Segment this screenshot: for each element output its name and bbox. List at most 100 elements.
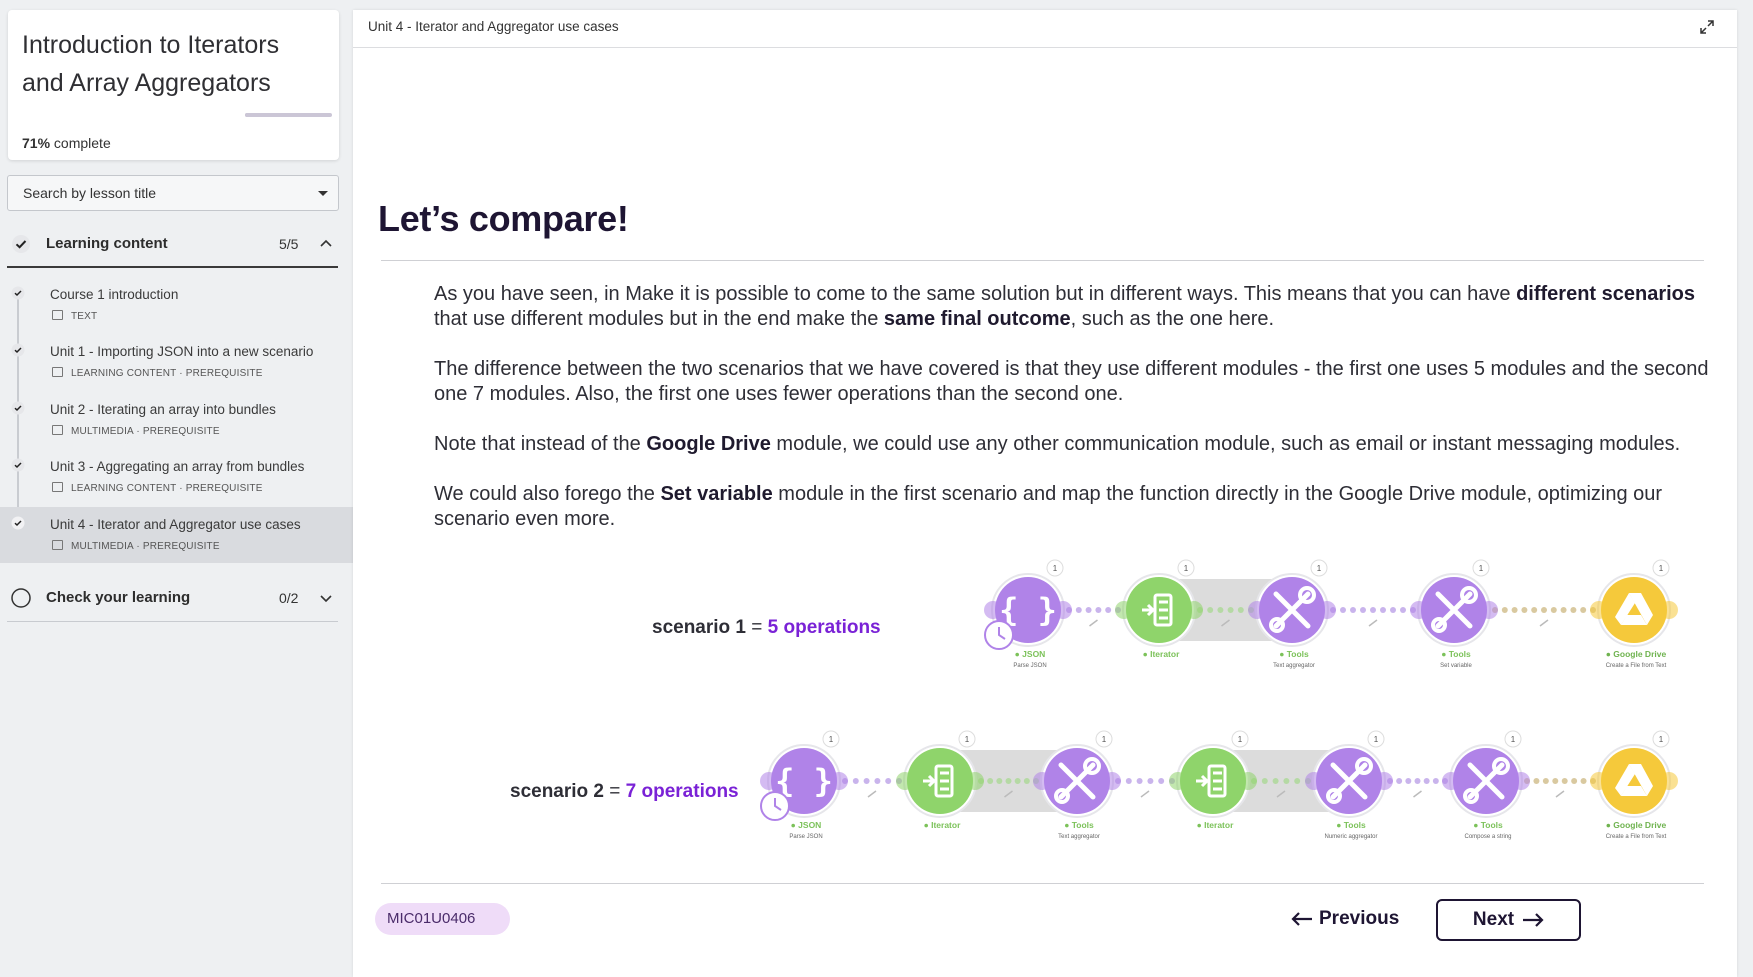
connector-dot: [1511, 607, 1518, 613]
connector-dot: [1283, 778, 1290, 784]
scenario-diagram: { }1● JSONParse JSON1● Iterator1● ToolsT…: [760, 559, 1678, 840]
operation-count: 1: [1659, 735, 1664, 744]
module-action: Text aggregator: [1058, 834, 1100, 840]
connector-dot: [863, 778, 870, 784]
connector-dot: [1360, 607, 1366, 613]
section-count: 0/2: [279, 590, 299, 606]
connector-dot: [1432, 778, 1439, 784]
dropdown-arrow-icon: [318, 191, 328, 196]
connector-dot: [1542, 778, 1549, 784]
chevron-up-icon[interactable]: [320, 238, 332, 250]
connector-dot: [1023, 778, 1030, 784]
wrench-filter-icon: [1368, 619, 1378, 627]
module-name: ● Iterator: [1143, 649, 1180, 659]
operations-count: 5 operations: [767, 617, 881, 638]
check-icon: [11, 516, 25, 530]
connector-dot: [1580, 607, 1587, 613]
operation-count: 1: [1511, 735, 1516, 744]
lesson-meta: LEARNING CONTENT · PREREQUISITE: [52, 482, 263, 494]
connector-dot: [1095, 607, 1102, 613]
lesson-item[interactable]: Unit 3 - Aggregating an array from bundl…: [0, 449, 353, 525]
next-label: Next: [1472, 909, 1515, 930]
operation-count: 1: [1479, 564, 1484, 573]
connector-dot: [1570, 607, 1577, 613]
operations-count: 7 operations: [625, 781, 739, 802]
connector-dot: [1217, 607, 1224, 613]
lesson-meta-text: MULTIMEDIA · PREREQUISITE: [71, 541, 220, 552]
lesson-meta-text: LEARNING CONTENT · PREREQUISITE: [71, 483, 263, 494]
connector-dot: [1390, 607, 1396, 613]
connector-dot: [1207, 607, 1214, 613]
section-count: 5/5: [279, 236, 299, 252]
lesson-item[interactable]: Unit 2 - Iterating an array into bundles…: [0, 392, 353, 468]
connector-dot: [1405, 778, 1412, 784]
connector-dot: [1340, 607, 1346, 613]
section-label: Learning content: [46, 235, 168, 252]
scenario-name: scenario 2: [510, 781, 604, 802]
course-title: Introduction to Iterators and Array Aggr…: [22, 31, 280, 97]
lesson-item[interactable]: Course 1 introduction TEXT: [0, 277, 353, 353]
operation-count: 1: [1317, 564, 1322, 573]
connector-dot: [1005, 778, 1012, 784]
module-name: ● Google Drive: [1606, 820, 1667, 830]
operation-count: 1: [1374, 735, 1379, 744]
connector-dot: [1075, 607, 1082, 613]
connector-dot: [852, 778, 859, 784]
lesson-meta-text: LEARNING CONTENT · PREREQUISITE: [71, 368, 263, 379]
json-module-icon: { }: [984, 573, 1072, 650]
connector-dot: [1227, 607, 1234, 613]
operation-count: 1: [1184, 564, 1189, 573]
section-learning-content[interactable]: Learning content 5/5: [7, 220, 338, 268]
connector-dot: [1294, 778, 1301, 784]
connector-dot: [1350, 607, 1356, 613]
chevron-down-icon[interactable]: [320, 592, 332, 604]
progress-text: 71% complete: [22, 135, 111, 151]
lesson-item[interactable]: Unit 1 - Importing JSON into a new scena…: [0, 334, 353, 410]
operation-count: 1: [829, 735, 834, 744]
incomplete-circle-icon: [11, 588, 31, 608]
lesson-meta: TEXT: [52, 310, 97, 322]
module-action: Set variable: [1440, 663, 1472, 669]
divider: [381, 883, 1704, 884]
json-module-icon: { }: [760, 744, 848, 821]
search-placeholder: Search by lesson title: [23, 185, 157, 201]
wrench-filter-icon: [1140, 790, 1150, 798]
drive-module-icon: [1590, 744, 1678, 818]
connector-dot: [1501, 607, 1508, 613]
module-name: ● JSON: [1015, 649, 1046, 659]
section-check-your-learning[interactable]: Check your learning 0/2: [7, 574, 338, 622]
previous-button[interactable]: Previous: [1291, 908, 1399, 930]
lesson-item-active[interactable]: Unit 4 - Iterator and Aggregator use cas…: [0, 507, 353, 563]
module-action: Create a File from Text: [1606, 663, 1667, 669]
lesson-search-select[interactable]: Search by lesson title: [7, 175, 339, 211]
text-type-icon: [52, 310, 63, 320]
module-name: ● JSON: [791, 820, 822, 830]
equals-sign: =: [604, 781, 626, 802]
wrench-filter-icon: [1555, 790, 1565, 798]
connector-dot: [1396, 778, 1403, 784]
connector-dot: [1136, 778, 1143, 784]
lesson-title: Unit 2 - Iterating an array into bundles: [50, 402, 276, 417]
connector-dot: [1105, 607, 1112, 613]
module-action: Numeric aggregator: [1324, 834, 1377, 840]
module-action: Create a File from Text: [1606, 834, 1667, 840]
operation-count: 1: [1238, 735, 1243, 744]
lesson-meta: MULTIMEDIA · PREREQUISITE: [52, 540, 220, 552]
connector-dot: [1533, 778, 1540, 784]
connector-dot: [1560, 607, 1567, 613]
next-button[interactable]: Next: [1436, 899, 1581, 941]
connector-dot: [1085, 607, 1092, 613]
previous-label: Previous: [1319, 908, 1400, 929]
operation-count: 1: [1659, 564, 1664, 573]
wrench-filter-icon: [1413, 790, 1422, 798]
tools-module-icon: [1410, 573, 1498, 647]
check-icon: [11, 343, 25, 357]
connector-dot: [1014, 778, 1021, 784]
module-action: Compose a string: [1464, 834, 1511, 840]
connector-dot: [1423, 778, 1430, 784]
lesson-title: Course 1 introduction: [50, 287, 179, 302]
connector-dot: [1571, 778, 1578, 784]
module-name: ● Tools: [1441, 649, 1471, 659]
module-action: Parse JSON: [1013, 663, 1046, 669]
learning-content-icon: [52, 367, 63, 377]
